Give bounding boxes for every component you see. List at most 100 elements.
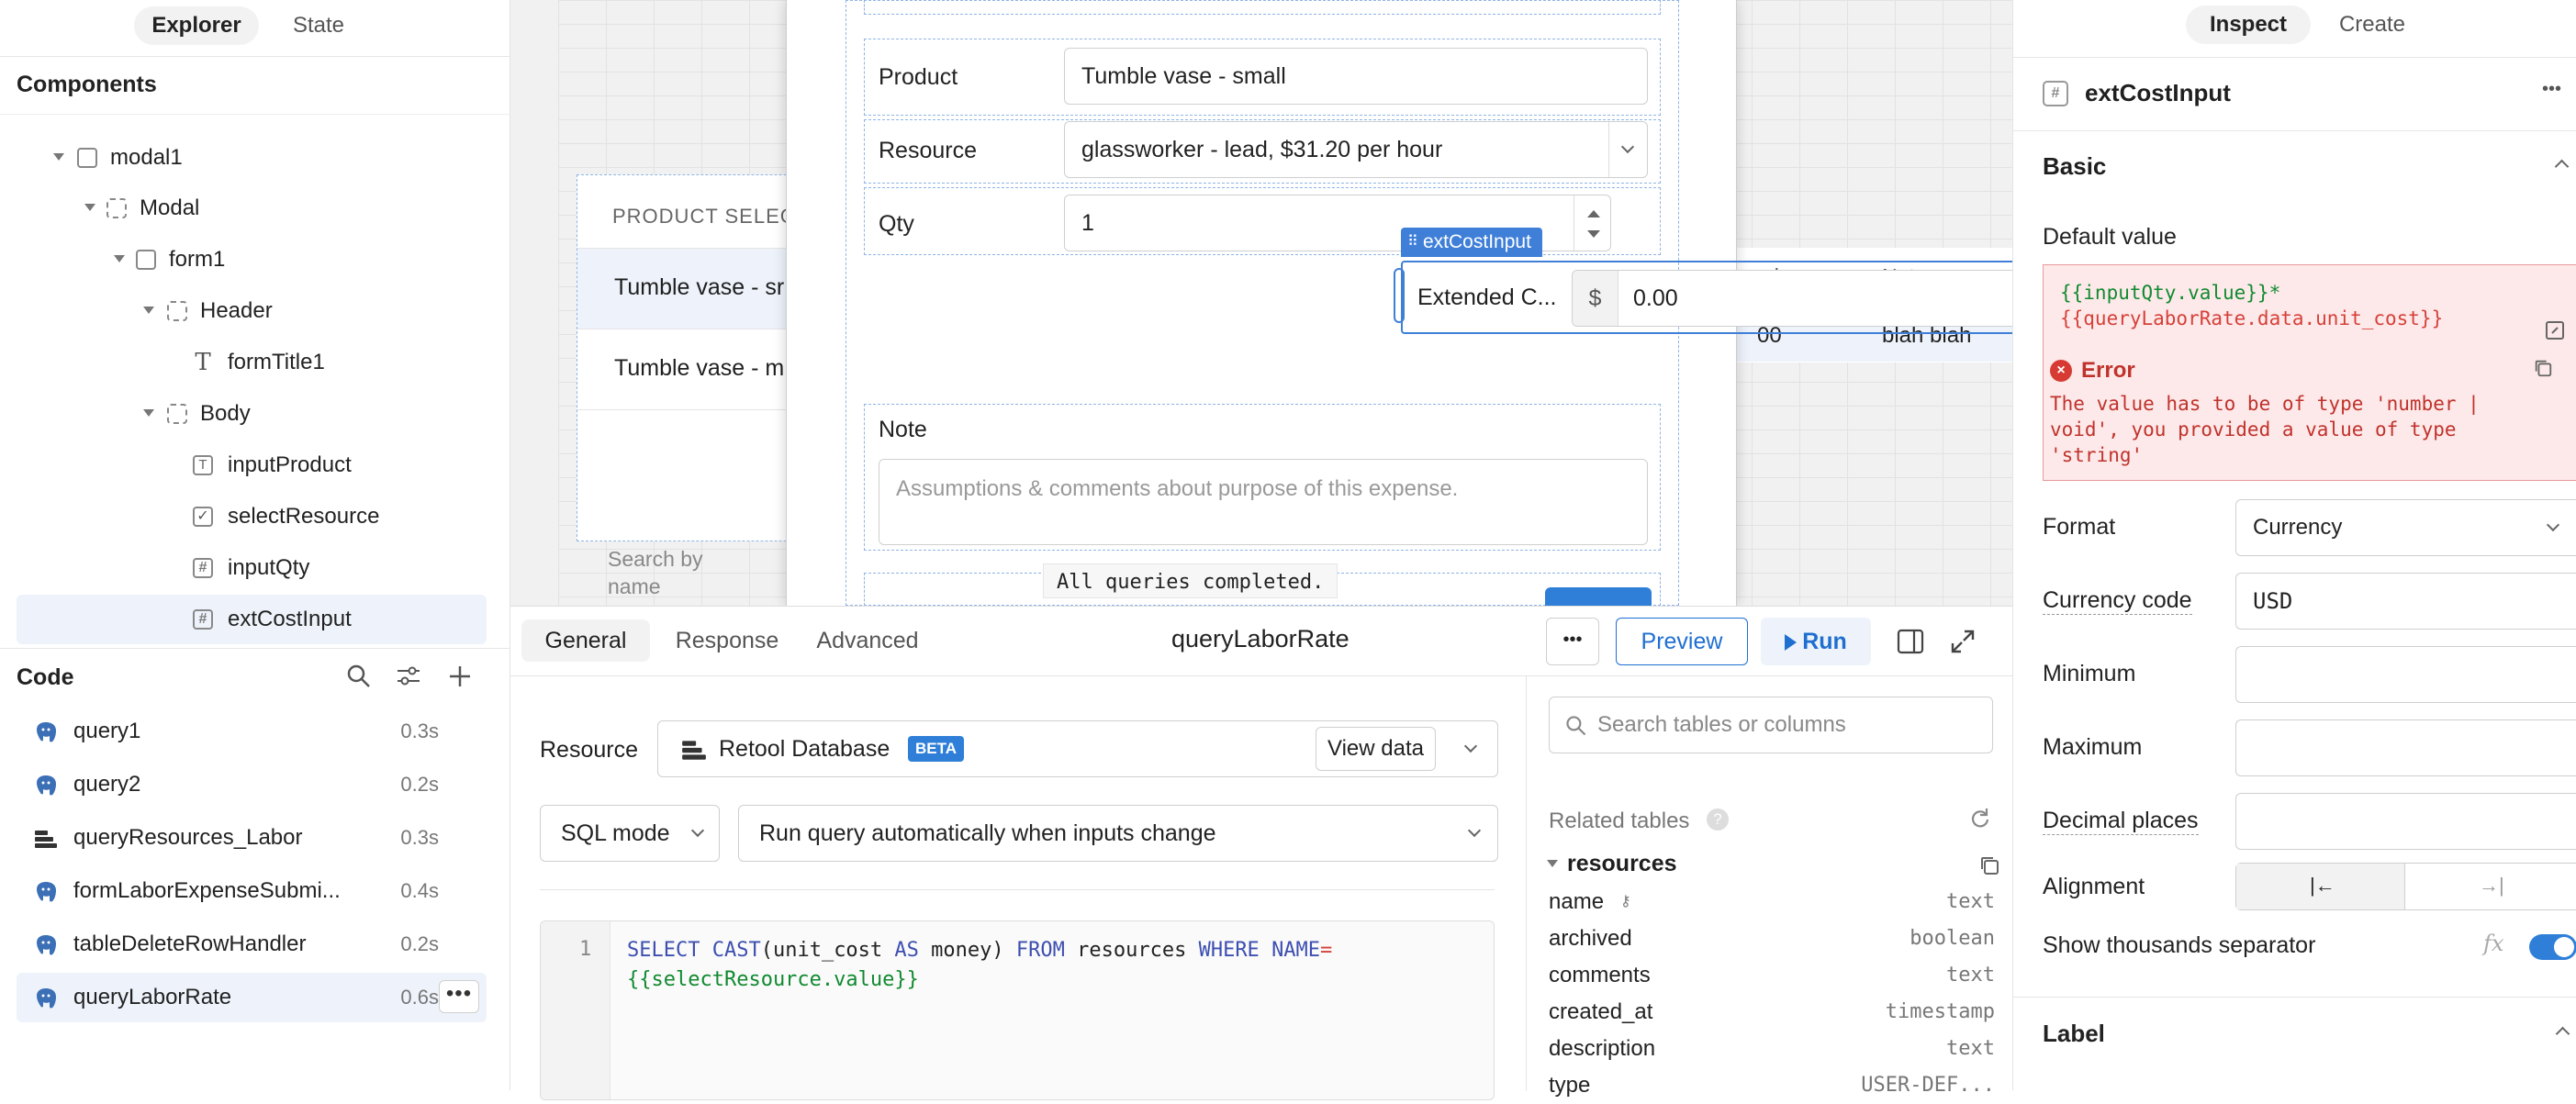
submit-button[interactable]: [1545, 587, 1652, 606]
query-item-formlaborexpensesubmit[interactable]: formLaborExpenseSubmi... 0.4s: [17, 866, 487, 916]
selected-component-tag[interactable]: ⠿ extCostInput: [1401, 228, 1542, 257]
decimal-places-label: Decimal places: [2043, 808, 2199, 835]
resource-select[interactable]: glassworker - lead, $31.20 per hour: [1064, 121, 1648, 178]
key-icon: ⚷: [1620, 894, 1631, 909]
tree-item-inputqty[interactable]: # inputQty: [17, 543, 487, 593]
schema-column[interactable]: created_at timestamp: [1549, 994, 1995, 1031]
tree-item-modal1[interactable]: modal1: [17, 133, 487, 183]
refresh-icon[interactable]: [1967, 807, 1991, 831]
drag-handle-icon[interactable]: ⠿: [1407, 228, 1418, 257]
alignment-label: Alignment: [2043, 874, 2145, 899]
schema-column[interactable]: name ⚷ text: [1549, 884, 1995, 920]
caret-down-icon[interactable]: [114, 255, 125, 262]
schema-column[interactable]: archived boolean: [1549, 920, 1995, 957]
run-button[interactable]: Run: [1761, 618, 1871, 665]
expand-icon[interactable]: [1950, 629, 1976, 654]
tab-advanced[interactable]: Advanced: [802, 619, 933, 662]
query-item-querylaborrate[interactable]: queryLaborRate 0.6s •••: [17, 973, 487, 1022]
tree-label: inputProduct: [228, 452, 352, 477]
column-type: timestamp: [1885, 1000, 1995, 1023]
basic-section-title[interactable]: Basic: [2043, 152, 2106, 181]
error-icon: ×: [2050, 360, 2072, 382]
trigger-dropdown[interactable]: Run query automatically when inputs chan…: [738, 805, 1498, 862]
caret-down-icon[interactable]: [84, 204, 95, 211]
qty-stepper[interactable]: [1574, 195, 1610, 251]
tree-label: Header: [200, 298, 273, 323]
caret-down-icon[interactable]: [1547, 860, 1558, 867]
sidebar-toggle-icon[interactable]: [1897, 629, 1924, 654]
align-right-button[interactable]: →|: [2405, 864, 2576, 909]
copy-icon[interactable]: [2533, 358, 2553, 378]
caret-down-icon[interactable]: [143, 307, 154, 314]
copy-icon[interactable]: [1978, 854, 2000, 876]
query-more-button[interactable]: •••: [439, 980, 479, 1013]
text-icon: T: [195, 349, 211, 376]
thousands-separator-toggle[interactable]: [2529, 934, 2576, 960]
component-name[interactable]: extCostInput: [2085, 79, 2231, 107]
add-icon[interactable]: [446, 663, 474, 690]
sql-code-editor[interactable]: 1 SELECT CAST(unit_cost AS money) FROM r…: [540, 920, 1495, 1100]
ext-cost-input-field[interactable]: Extended C... $ 0.00: [1401, 261, 2012, 334]
expand-editor-icon[interactable]: [2545, 320, 2565, 340]
tree-item-inputproduct[interactable]: T inputProduct: [17, 440, 487, 490]
more-options-button[interactable]: •••: [1546, 618, 1599, 665]
currency-code-input[interactable]: USD: [2235, 573, 2576, 630]
schema-table-resources[interactable]: resources: [1540, 843, 2004, 884]
chevron-down-icon[interactable]: [1463, 739, 1478, 753]
tab-general[interactable]: General: [521, 619, 650, 662]
format-select[interactable]: Currency: [2235, 499, 2576, 556]
decimal-places-input[interactable]: [2235, 793, 2576, 850]
note-textarea[interactable]: Assumptions & comments about purpose of …: [879, 459, 1648, 545]
column-type: USER-DEF...: [1861, 1074, 1995, 1097]
query-item-queryresources-labor[interactable]: queryResources_Labor 0.3s: [17, 813, 487, 863]
query-name-title[interactable]: queryLaborRate: [1171, 625, 1350, 653]
resource-dropdown[interactable]: Retool Database BETA View data: [657, 720, 1498, 777]
tree-item-body[interactable]: Body: [17, 389, 487, 439]
maximum-input[interactable]: [2235, 719, 2576, 776]
help-icon[interactable]: ?: [1707, 808, 1729, 831]
chevron-up-icon[interactable]: [2555, 1026, 2570, 1042]
component-more-icon[interactable]: •••: [2542, 79, 2561, 100]
code-title: Code: [17, 664, 74, 690]
view-data-button[interactable]: View data: [1316, 727, 1436, 771]
tree-item-header[interactable]: Header: [17, 286, 487, 336]
tree-item-selectresource[interactable]: ✓ selectResource: [17, 492, 487, 541]
tree-label: form1: [169, 247, 226, 272]
caret-down-icon[interactable]: [53, 153, 64, 161]
tab-explorer[interactable]: Explorer: [134, 6, 259, 45]
tree-item-extcostinput[interactable]: # extCostInput: [17, 595, 487, 644]
format-value: Currency: [2253, 515, 2343, 540]
tree-item-modal[interactable]: Modal: [17, 184, 487, 233]
query-item-tabledeleterowhandler[interactable]: tableDeleteRowHandler 0.2s: [17, 920, 487, 969]
schema-column[interactable]: description text: [1549, 1031, 1995, 1067]
query-item-query2[interactable]: query2 0.2s: [17, 760, 487, 809]
chevron-up-icon[interactable]: [2554, 159, 2570, 174]
tree-label: inputQty: [228, 555, 310, 580]
query-item-query1[interactable]: query1 0.3s: [17, 707, 487, 756]
minimum-input[interactable]: [2235, 646, 2576, 703]
tab-inspect[interactable]: Inspect: [2186, 6, 2311, 44]
schema-column[interactable]: type USER-DEF...: [1549, 1067, 1995, 1104]
column-name: name: [1549, 889, 1605, 914]
filter-settings-icon[interactable]: [395, 663, 422, 690]
tab-create[interactable]: Create: [2316, 6, 2428, 44]
product-input[interactable]: Tumble vase - small: [1064, 48, 1648, 105]
fx-icon[interactable]: fx: [2483, 931, 2503, 956]
query-name: queryLaborRate: [73, 985, 232, 1009]
tree-item-formtitle1[interactable]: T formTitle1: [17, 338, 487, 387]
label-section-header[interactable]: Label: [2013, 997, 2576, 1070]
preview-button[interactable]: Preview: [1616, 618, 1748, 665]
chevron-down-icon[interactable]: [1608, 122, 1647, 177]
schema-column[interactable]: comments text: [1549, 957, 1995, 994]
ext-cost-input[interactable]: $ 0.00: [1572, 270, 2012, 327]
tree-item-form1[interactable]: form1: [17, 235, 487, 284]
tab-state[interactable]: State: [268, 6, 369, 45]
schema-search-input[interactable]: Search tables or columns: [1549, 697, 1993, 753]
query-editor-main: Resource Retool Database BETA View data …: [510, 676, 1526, 1100]
tree-label: Modal: [140, 195, 200, 220]
sql-mode-dropdown[interactable]: SQL mode: [540, 805, 720, 862]
tab-response[interactable]: Response: [665, 619, 790, 662]
search-icon[interactable]: [345, 663, 373, 690]
caret-down-icon[interactable]: [143, 409, 154, 417]
align-left-button[interactable]: |←: [2236, 864, 2405, 909]
